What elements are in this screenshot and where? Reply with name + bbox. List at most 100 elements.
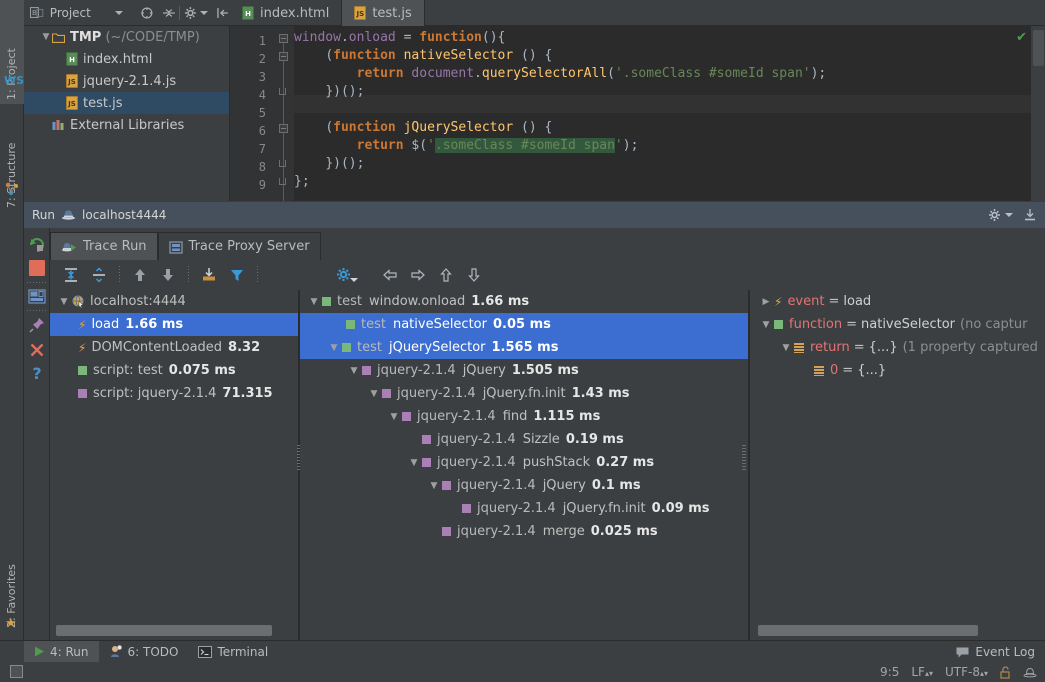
var-row-event[interactable]: ▶ ⚡ event = load	[750, 290, 1045, 313]
chevron-down-icon[interactable]: ▼	[326, 343, 342, 353]
tab-trace-proxy-server[interactable]: Trace Proxy Server	[158, 232, 321, 260]
editor-scrollbar[interactable]	[1031, 26, 1045, 201]
tab-trace-run[interactable]: Trace Run	[50, 232, 158, 260]
editor-scrollbar-thumb[interactable]	[1033, 30, 1044, 66]
editor-fold-gutter[interactable]: − − −	[272, 26, 294, 201]
export-icon[interactable]	[1023, 208, 1037, 222]
nav-down-icon[interactable]	[461, 263, 487, 287]
nav-forward-icon[interactable]	[405, 263, 431, 287]
tree-row-script-test[interactable]: script: test 0.075 ms	[50, 359, 298, 382]
nav-back-icon[interactable]	[377, 263, 403, 287]
variables-pane-hscrollbar[interactable]	[758, 625, 978, 636]
tree-row-localhost[interactable]: ▼ localhost:4444	[50, 290, 298, 313]
tree-row-jqueryselector[interactable]: ▼ test jQuerySelector 1.565 ms	[300, 336, 748, 359]
tree-item-external-libraries[interactable]: External Libraries	[24, 114, 229, 136]
chevron-down-icon[interactable]: ▼	[426, 481, 442, 491]
tree-item-test-js[interactable]: JS test.js	[24, 92, 229, 114]
tree-row-window-onload[interactable]: ▼ test window.onload 1.66 ms	[300, 290, 748, 313]
var-row-return[interactable]: ▼ return = {...} (1 property captured	[750, 336, 1045, 359]
var-name: 0	[830, 363, 838, 378]
tree-row-jquery-fn-init[interactable]: ▼ jquery-2.1.4 jQuery.fn.init 1.43 ms	[300, 382, 748, 405]
tree-row-load[interactable]: ⚡ load 1.66 ms	[50, 313, 298, 336]
editor-code-text[interactable]: window.onload = function(){ (function na…	[294, 29, 1045, 201]
line-separator-widget[interactable]: LF▴▾	[911, 665, 933, 679]
var-row-zero[interactable]: 0 = {...}	[750, 359, 1045, 382]
code-editor[interactable]: 1 2 3 4 5 6 7 8 9 − − − window.onload = …	[230, 26, 1045, 201]
collapse-all-icon[interactable]	[86, 263, 112, 287]
tree-row-label: script: jquery-2.1.4	[93, 386, 216, 401]
call-tree-pane[interactable]: ▼ test window.onload 1.66 ms test native…	[300, 290, 748, 640]
chevron-down-icon[interactable]: ▼	[306, 297, 322, 307]
caret-position[interactable]: 9:5	[880, 665, 899, 679]
code-line-5	[294, 101, 1045, 119]
console-icon[interactable]	[28, 288, 46, 306]
chevron-down-icon[interactable]: ▼	[758, 320, 774, 330]
chevron-down-icon[interactable]: ▼	[406, 458, 422, 468]
fold-collapse-icon[interactable]: −	[279, 34, 288, 43]
pin-icon[interactable]	[28, 316, 46, 334]
var-row-function[interactable]: ▼ function = nativeSelector (no captur	[750, 313, 1045, 336]
chevron-down-icon[interactable]: ▼	[366, 389, 382, 399]
tree-item-index-html[interactable]: H index.html	[24, 48, 229, 70]
expand-all-icon[interactable]	[58, 263, 84, 287]
nav-up-icon[interactable]	[433, 263, 459, 287]
tool-button-todo[interactable]: 6: TODO	[99, 641, 189, 663]
inspection-ok-icon[interactable]: ✔	[1016, 30, 1027, 45]
chevron-down-icon[interactable]: ▼	[56, 297, 72, 307]
editor-tab-test-js[interactable]: JS test.js	[342, 0, 424, 26]
chevron-down-icon[interactable]: ▼	[40, 32, 52, 42]
tree-row-sizzle[interactable]: jquery-2.1.4 Sizzle 0.19 ms	[300, 428, 748, 451]
tree-row-jquery-fn-init-2[interactable]: jquery-2.1.4 jQuery.fn.init 0.09 ms	[300, 497, 748, 520]
gear-chevron-icon[interactable]	[1005, 213, 1013, 217]
gear-icon[interactable]	[184, 6, 198, 20]
project-tree[interactable]: ▼ TMP (~/CODE/TMP) H index.html JS jquer…	[24, 26, 230, 201]
fold-collapse-icon[interactable]: −	[279, 124, 288, 133]
fold-collapse-icon[interactable]: −	[279, 52, 288, 61]
collapse-all-icon[interactable]	[162, 6, 176, 20]
tree-row-merge[interactable]: jquery-2.1.4 merge 0.025 ms	[300, 520, 748, 543]
chevron-down-icon[interactable]: ▼	[778, 343, 794, 353]
tree-row-script-jquery[interactable]: script: jquery-2.1.4 71.315	[50, 382, 298, 405]
help-icon[interactable]: ?	[29, 365, 45, 383]
sidebar-item-favorites[interactable]: 2: Favorites	[0, 524, 24, 628]
code-line-6: (function jQuerySelector () {	[294, 119, 1045, 137]
event-log-button[interactable]: Event Log	[956, 641, 1035, 663]
chevron-down-icon[interactable]: ▼	[386, 412, 402, 422]
list-icon	[794, 343, 804, 353]
hat-icon[interactable]	[1023, 666, 1037, 679]
export-icon[interactable]	[196, 263, 222, 287]
chevron-down-icon[interactable]	[115, 11, 123, 15]
rerun-icon[interactable]	[28, 236, 46, 254]
tree-item-tmp[interactable]: ▼ TMP (~/CODE/TMP)	[24, 26, 229, 48]
variables-pane[interactable]: ▶ ⚡ event = load ▼ function = nativeSele…	[750, 290, 1045, 640]
down-arrow-icon[interactable]	[155, 263, 181, 287]
gear-chevron-icon[interactable]	[200, 11, 208, 15]
editor-tab-index-html[interactable]: H index.html	[230, 0, 342, 26]
locate-icon[interactable]	[140, 6, 154, 20]
close-icon[interactable]	[28, 341, 46, 359]
filter-icon[interactable]	[224, 263, 250, 287]
gear-icon[interactable]	[988, 208, 1002, 222]
tree-row-domcontentloaded[interactable]: ⚡ DOMContentLoaded 8.32	[50, 336, 298, 359]
tree-row-find[interactable]: ▼ jquery-2.1.4 find 1.115 ms	[300, 405, 748, 428]
chevron-down-icon[interactable]: ▼	[346, 366, 362, 376]
events-pane[interactable]: ▼ localhost:4444 ⚡ load 1.66 ms ⚡ DOMCon…	[50, 290, 298, 640]
tool-button-terminal[interactable]: Terminal	[188, 641, 278, 663]
unlocked-icon[interactable]	[1000, 666, 1011, 679]
tool-button-run[interactable]: 4: Run	[24, 641, 99, 663]
hide-panel-icon[interactable]	[216, 6, 230, 20]
tree-row-pushstack[interactable]: ▼ jquery-2.1.4 pushStack 0.27 ms	[300, 451, 748, 474]
gear-icon[interactable]	[335, 263, 361, 287]
tree-row-jquery-2[interactable]: ▼ jquery-2.1.4 jQuery 0.1 ms	[300, 474, 748, 497]
tree-row-nativeselector[interactable]: test nativeSelector 0.05 ms	[300, 313, 748, 336]
stop-icon[interactable]	[29, 260, 45, 276]
encoding-widget[interactable]: UTF-8▴▾	[945, 665, 988, 679]
chevron-right-icon[interactable]: ▶	[758, 297, 774, 307]
up-arrow-icon[interactable]	[127, 263, 153, 287]
var-value: {...}	[857, 363, 886, 378]
tree-item-jquery-js[interactable]: JS jquery-2.1.4.js	[24, 70, 229, 92]
memory-indicator[interactable]	[10, 665, 23, 678]
tree-row-jquery[interactable]: ▼ jquery-2.1.4 jQuery 1.505 ms	[300, 359, 748, 382]
bolt-icon: ⚡	[78, 341, 86, 355]
events-pane-hscrollbar[interactable]	[56, 625, 272, 636]
